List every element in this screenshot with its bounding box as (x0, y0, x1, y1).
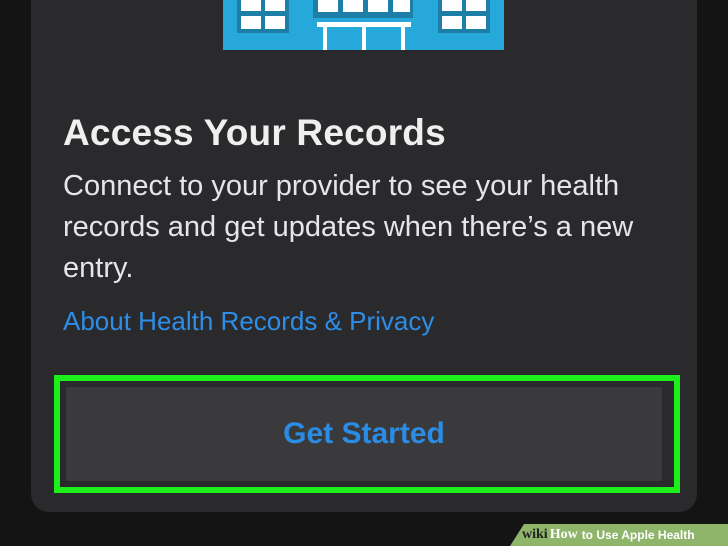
hospital-building-illustration (223, 0, 504, 50)
hospital-building-icon (223, 0, 504, 50)
phone-screen: Access Your Records Connect to your prov… (0, 0, 728, 546)
wikihow-article-title: to Use Apple Health (581, 528, 695, 542)
get-started-button[interactable]: Get Started (66, 387, 662, 481)
wikihow-prefix: wiki (522, 527, 548, 542)
card-title: Access Your Records (63, 112, 446, 153)
wikihow-watermark: wiki How to Use Apple Health (510, 524, 728, 546)
card-description: Connect to your provider to see your hea… (63, 170, 634, 284)
about-health-records-privacy-link[interactable]: About Health Records & Privacy (63, 306, 434, 337)
wikihow-how: How (549, 527, 578, 542)
